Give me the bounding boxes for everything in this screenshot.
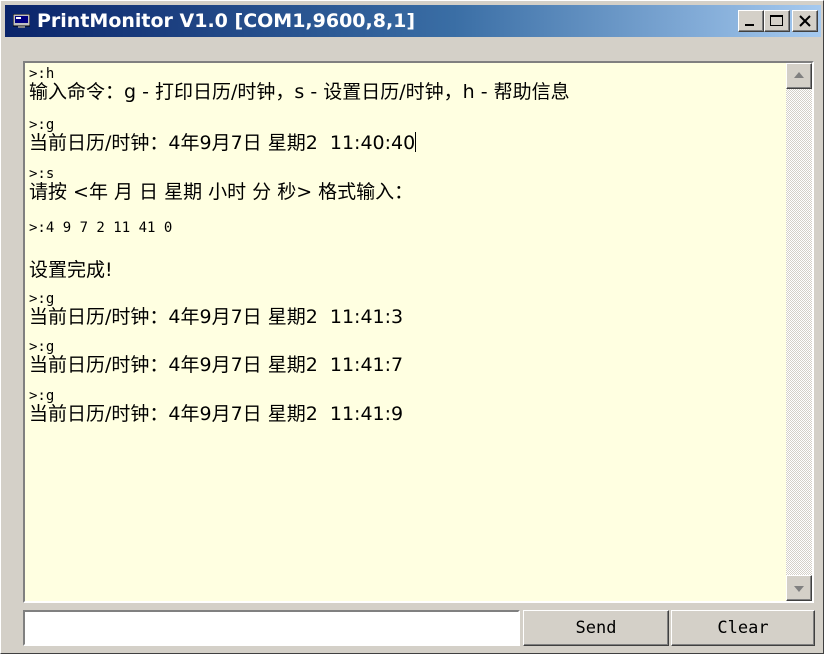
console-line: >:h — [29, 66, 55, 82]
close-button[interactable] — [792, 10, 818, 32]
console-line: >:g — [29, 117, 55, 133]
console-line: 当前日历/时钟：4年9月7日 星期2 11:41:9 — [29, 403, 404, 425]
command-input[interactable] — [23, 610, 520, 646]
arrow-down-icon — [794, 586, 804, 592]
maximize-button[interactable] — [764, 10, 790, 32]
scroll-up-button[interactable] — [786, 63, 812, 89]
close-icon — [799, 15, 811, 27]
minimize-button[interactable] — [738, 10, 764, 32]
main-window: PrintMonitor V1.0 [COM1,9600,8,1] >:h 输入… — [0, 0, 824, 654]
console-line: 当前日历/时钟：4年9月7日 星期2 11:40:40 — [29, 132, 417, 154]
text-caret — [415, 132, 417, 152]
console-line: 当前日历/时钟：4年9月7日 星期2 11:41:7 — [29, 354, 404, 376]
window-title: PrintMonitor V1.0 [COM1,9600,8,1] — [37, 10, 416, 32]
send-button[interactable]: Send — [523, 610, 669, 646]
console-line: >:g — [29, 339, 55, 355]
console-line: >:s — [29, 166, 55, 182]
console-line: >:4 9 7 2 11 41 0 — [29, 220, 173, 236]
scroll-down-button[interactable] — [786, 575, 812, 601]
console-line: >:g — [29, 388, 55, 404]
clear-button[interactable]: Clear — [671, 610, 815, 646]
arrow-up-icon — [794, 72, 804, 78]
minimize-icon — [745, 24, 754, 26]
console-line: >:g — [29, 291, 55, 307]
vertical-scrollbar[interactable] — [786, 63, 812, 601]
maximize-icon — [770, 15, 783, 26]
console-line: 当前日历/时钟：4年9月7日 星期2 11:41:3 — [29, 306, 404, 328]
console-line: 请按 <年 月 日 星期 小时 分 秒> 格式输入： — [29, 181, 414, 203]
title-bar[interactable]: PrintMonitor V1.0 [COM1,9600,8,1] — [5, 5, 821, 37]
console-line: 输入命令：g - 打印日历/时钟，s - 设置日历/时钟，h - 帮助信息 — [29, 81, 570, 103]
monitor-icon — [13, 14, 30, 28]
console-line: 设置完成! — [29, 259, 113, 281]
